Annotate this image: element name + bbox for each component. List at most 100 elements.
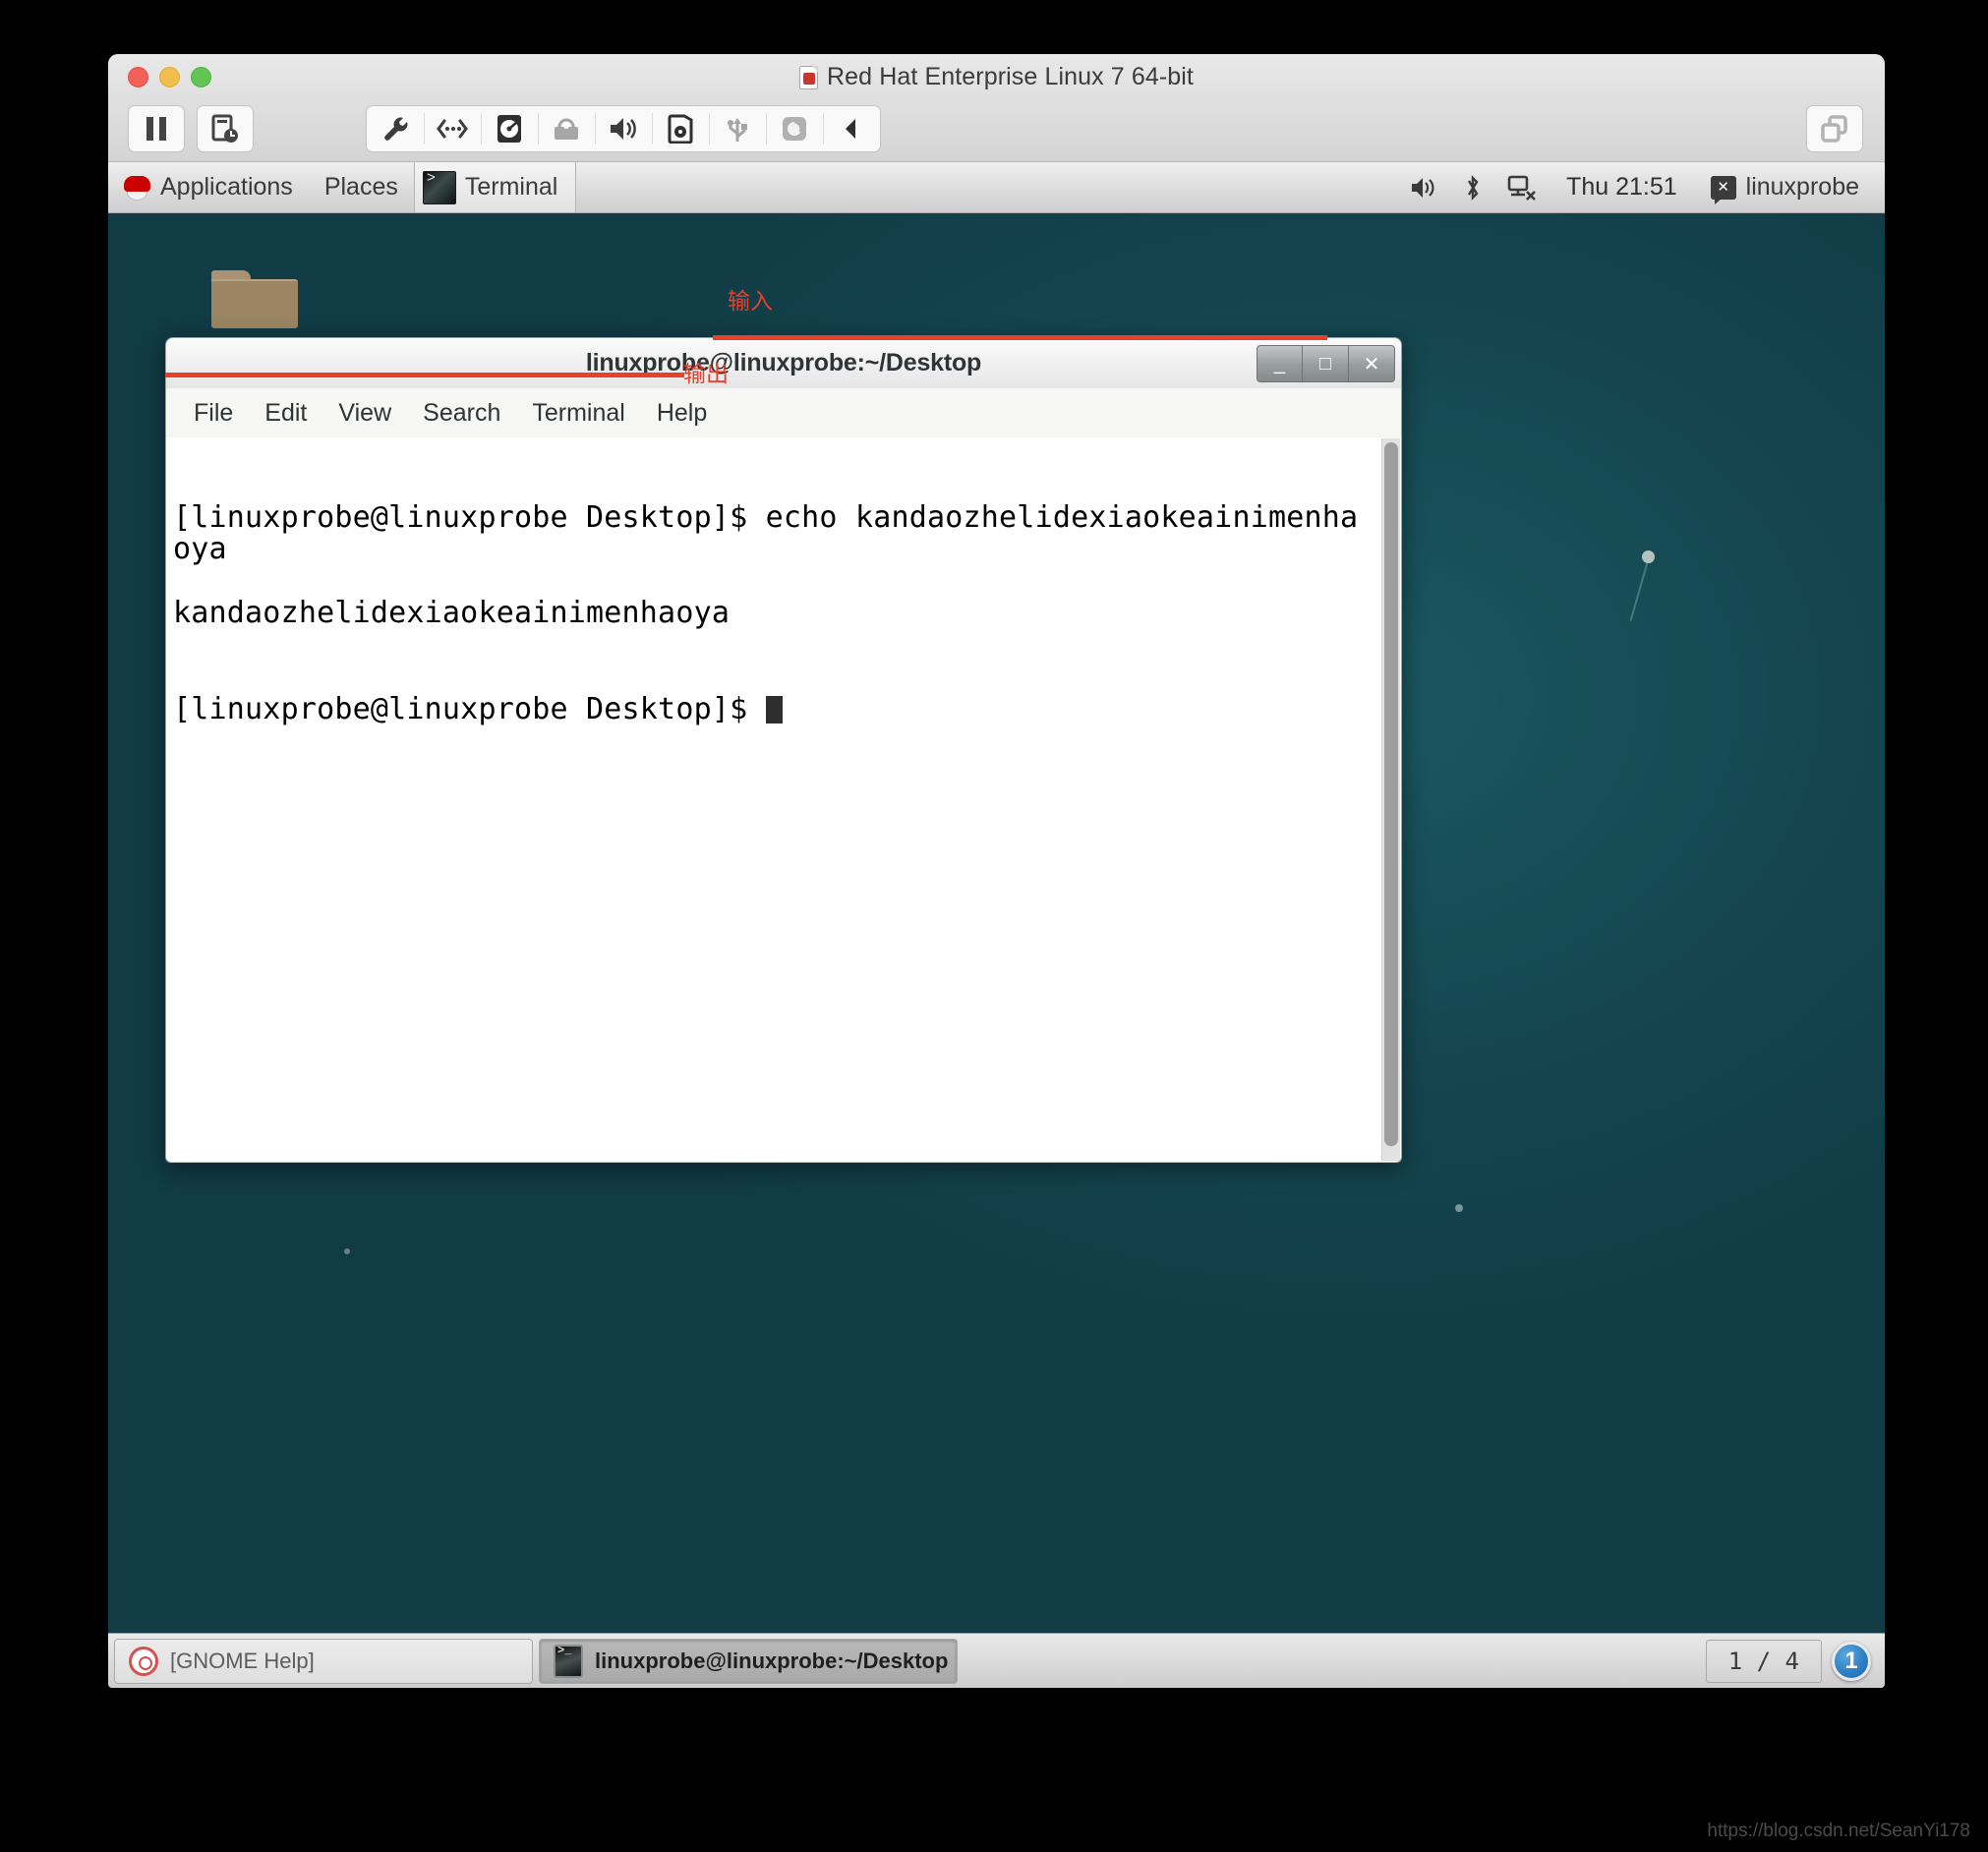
terminal-command-output: kandaozhelidexiaokeainimenhaoya <box>173 596 731 631</box>
settings-button[interactable] <box>367 106 424 151</box>
active-app-label: Terminal <box>464 173 558 201</box>
user-menu[interactable]: linuxprobe <box>1697 173 1869 204</box>
gnome-top-panel: Applications Places Terminal <box>108 162 1885 213</box>
network-adapter-button[interactable] <box>424 106 481 151</box>
terminal-maximize-button[interactable]: □ <box>1303 345 1349 382</box>
accessibility-icon <box>1710 175 1736 204</box>
unity-view-group <box>1806 105 1863 152</box>
hard-disk-button[interactable] <box>481 106 538 151</box>
wallpaper-dot <box>344 1248 350 1254</box>
volume-tray-button[interactable] <box>1401 175 1448 201</box>
terminal-body[interactable]: [linuxprobe@linuxprobe Desktop]$ echo ka… <box>165 437 1402 1163</box>
camera-button[interactable] <box>766 106 823 151</box>
terminal-icon <box>422 170 456 204</box>
unity-view-button[interactable] <box>1807 106 1862 151</box>
workspace-count[interactable]: 1 / 4 <box>1705 1639 1822 1683</box>
terminal-output: [linuxprobe@linuxprobe Desktop]$ echo ka… <box>173 439 1374 789</box>
folder-body <box>211 279 298 328</box>
user-menu-label: linuxprobe <box>1745 173 1859 201</box>
gnome-panel-right: Thu 21:51 linuxprobe <box>1401 162 1885 212</box>
terminal-line: [linuxprobe@linuxprobe Desktop]$ <box>173 691 1374 726</box>
wallpaper-dot <box>1455 1204 1463 1212</box>
network-disconnected-icon <box>1507 175 1536 201</box>
vmware-title-text: Red Hat Enterprise Linux 7 64-bit <box>827 63 1194 90</box>
vmware-titlebar: Red Hat Enterprise Linux 7 64-bit <box>108 54 1885 162</box>
menu-file[interactable]: File <box>178 395 249 432</box>
network-icon <box>437 119 468 139</box>
terminal-scrollbar-thumb[interactable] <box>1384 442 1398 1146</box>
terminal-menubar: File Edit View Search Terminal Help <box>165 388 1402 437</box>
terminal-line: kandaozhelidexiaokeainimenhaoya <box>173 598 1374 630</box>
snapshot-button[interactable] <box>198 106 253 151</box>
collapse-toolbar-button[interactable] <box>823 106 880 151</box>
device-toolbar-group <box>366 105 881 152</box>
menu-edit[interactable]: Edit <box>249 395 322 432</box>
cd-icon <box>668 114 693 144</box>
printer-button[interactable] <box>538 106 595 151</box>
vmware-title: Red Hat Enterprise Linux 7 64-bit <box>108 63 1885 91</box>
terminal-prompt: [linuxprobe@linuxprobe Desktop]$ <box>173 691 766 726</box>
usb-button[interactable] <box>709 106 766 151</box>
pause-button[interactable] <box>129 106 184 151</box>
pause-button-group <box>128 105 185 152</box>
taskbar-item-label: linuxprobe@linuxprobe:~/Desktop <box>595 1648 949 1673</box>
clock[interactable]: Thu 21:51 <box>1552 173 1691 202</box>
guest-screen: Applications Places Terminal <box>108 162 1885 1688</box>
annotation-output: 输出 <box>683 362 729 387</box>
harddisk-icon <box>497 115 521 143</box>
gnome-terminal-window: linuxprobe@linuxprobe:~/Desktop _ □ ✕ Fi… <box>165 337 1402 1163</box>
gnome-bottom-taskbar: [GNOME Help] linuxprobe@linuxprobe:~/Des… <box>108 1633 1885 1688</box>
annotation-underline-output <box>165 373 684 377</box>
terminal-prompt: [linuxprobe@linuxprobe Desktop]$ <box>173 500 766 536</box>
gnome-panel-left: Applications Places Terminal <box>108 162 577 212</box>
wallpaper-dot <box>1642 550 1655 563</box>
active-app-indicator[interactable]: Terminal <box>413 162 577 212</box>
terminal-line: [linuxprobe@linuxprobe Desktop]$ echo ka… <box>173 500 1374 565</box>
menu-terminal[interactable]: Terminal <box>516 395 640 432</box>
terminal-icon <box>554 1644 583 1678</box>
terminal-window-buttons: _ □ ✕ <box>1257 345 1395 382</box>
printer-icon <box>555 118 578 140</box>
taskbar-item-gnome-help[interactable]: [GNOME Help] <box>114 1638 533 1684</box>
wrench-icon <box>384 117 408 141</box>
volume-icon <box>1412 177 1434 198</box>
applications-menu-label: Applications <box>160 173 293 201</box>
cd-dvd-button[interactable] <box>652 106 709 151</box>
desktop-folder-icon[interactable] <box>211 270 300 341</box>
terminal-cursor <box>765 695 783 723</box>
bluetooth-icon <box>1468 174 1479 201</box>
menu-help[interactable]: Help <box>641 395 723 432</box>
places-menu[interactable]: Places <box>309 162 414 212</box>
taskbar-item-label: [GNOME Help] <box>170 1648 315 1673</box>
vm-document-icon <box>799 65 819 89</box>
usb-icon <box>728 118 747 142</box>
pause-icon <box>146 117 166 141</box>
vmware-toolbar <box>108 98 1885 161</box>
menu-search[interactable]: Search <box>407 395 516 432</box>
camera-sync-icon <box>783 117 806 141</box>
workspace-switcher: 1 / 4 1 <box>1705 1639 1879 1683</box>
menu-view[interactable]: View <box>322 395 407 432</box>
speaker-icon <box>611 118 636 140</box>
terminal-titlebar[interactable]: linuxprobe@linuxprobe:~/Desktop _ □ ✕ <box>165 337 1402 388</box>
annotation-underline-input <box>713 335 1327 340</box>
applications-menu[interactable]: Applications <box>108 162 309 212</box>
terminal-scrollbar[interactable] <box>1381 438 1400 1161</box>
workspace-current-badge[interactable]: 1 <box>1832 1641 1871 1681</box>
bluetooth-tray-button[interactable] <box>1454 174 1491 202</box>
network-tray-button[interactable] <box>1497 174 1547 202</box>
windows-stack-icon <box>1821 115 1847 143</box>
vmware-window: Red Hat Enterprise Linux 7 64-bit Applic… <box>108 54 1885 1688</box>
snapshot-icon <box>211 114 238 143</box>
places-menu-label: Places <box>323 173 398 201</box>
chevron-left-icon <box>846 119 855 139</box>
taskbar-item-terminal[interactable]: linuxprobe@linuxprobe:~/Desktop <box>539 1638 958 1684</box>
annotation-input: 输入 <box>728 289 773 315</box>
terminal-minimize-button[interactable]: _ <box>1257 345 1303 382</box>
sound-card-button[interactable] <box>595 106 652 151</box>
redhat-logo-icon <box>124 174 150 201</box>
lifebuoy-icon <box>129 1646 158 1676</box>
watermark: https://blog.csdn.net/SeanYi178 <box>1707 1821 1970 1841</box>
snapshot-button-group <box>197 105 254 152</box>
terminal-close-button[interactable]: ✕ <box>1349 345 1395 382</box>
